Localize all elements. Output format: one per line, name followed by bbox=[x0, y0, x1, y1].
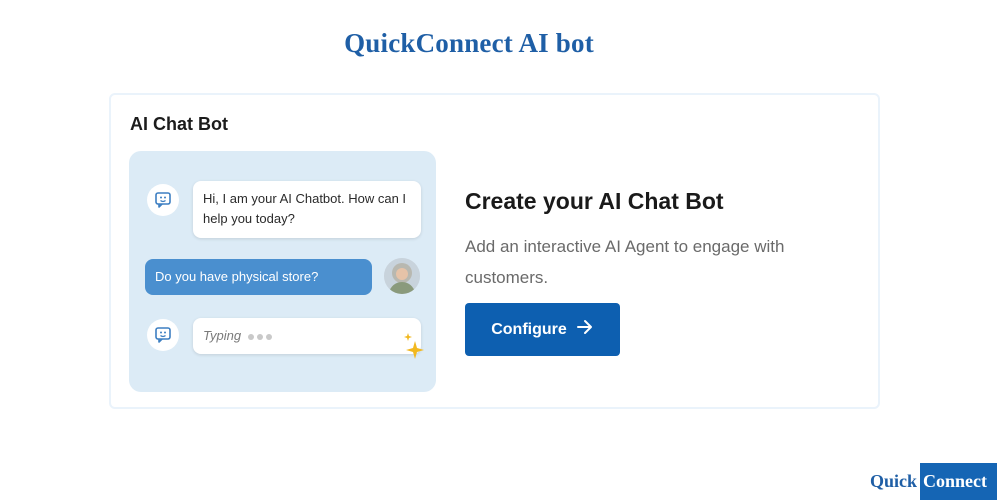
arrow-right-icon bbox=[576, 319, 594, 340]
brand-logo-connect: Connect bbox=[920, 463, 998, 500]
brand-logo: Quick Connect bbox=[869, 463, 998, 500]
page-title: QuickConnect AI bot bbox=[344, 28, 594, 58]
typing-indicator-bubble: Typing bbox=[193, 318, 421, 354]
typing-label: Typing bbox=[203, 328, 242, 343]
cta-description: Add an interactive AI Agent to engage wi… bbox=[465, 237, 785, 287]
user-message-bubble: Do you have physical store? bbox=[145, 259, 372, 295]
avatar bbox=[384, 258, 420, 294]
typing-dot bbox=[256, 333, 263, 340]
typing-dot bbox=[247, 333, 254, 340]
ai-chat-bot-card: AI Chat Bot Hi, I am your AI Chatbot. Ho… bbox=[109, 93, 880, 409]
bot-message-bubble: Hi, I am your AI Chatbot. How can I help… bbox=[193, 181, 421, 238]
chatbot-icon bbox=[147, 184, 179, 216]
configure-button-label: Configure bbox=[491, 320, 567, 338]
card-title: AI Chat Bot bbox=[130, 114, 228, 134]
chat-preview: Hi, I am your AI Chatbot. How can I help… bbox=[129, 151, 436, 392]
brand-logo-quick: Quick bbox=[870, 471, 918, 491]
typing-dot bbox=[265, 333, 272, 340]
chatbot-icon bbox=[147, 319, 179, 351]
sparkle-icon bbox=[403, 333, 425, 364]
cta-heading: Create your AI Chat Bot bbox=[465, 188, 724, 214]
configure-button[interactable]: Configure bbox=[465, 303, 620, 356]
